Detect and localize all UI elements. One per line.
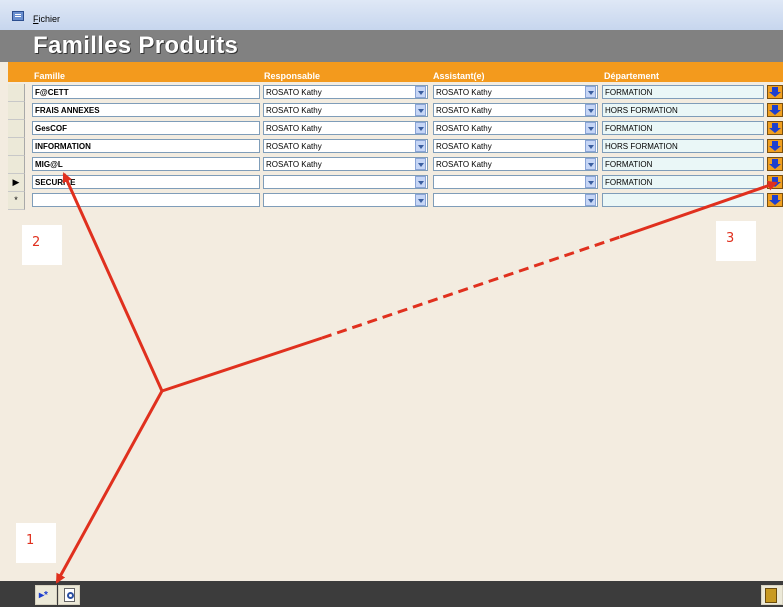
- arrow-to-go-button-solid: [161, 336, 323, 393]
- arrow-to-famille-field: [62, 172, 164, 392]
- arrow-to-go-button-dashed: [321, 235, 621, 340]
- annotation-3: 3: [716, 221, 756, 261]
- arrow-to-new-record: [55, 390, 164, 584]
- annotation-1: 1: [16, 523, 56, 563]
- annotation-arrows: [55, 172, 778, 584]
- annotation-2: 2: [22, 225, 62, 265]
